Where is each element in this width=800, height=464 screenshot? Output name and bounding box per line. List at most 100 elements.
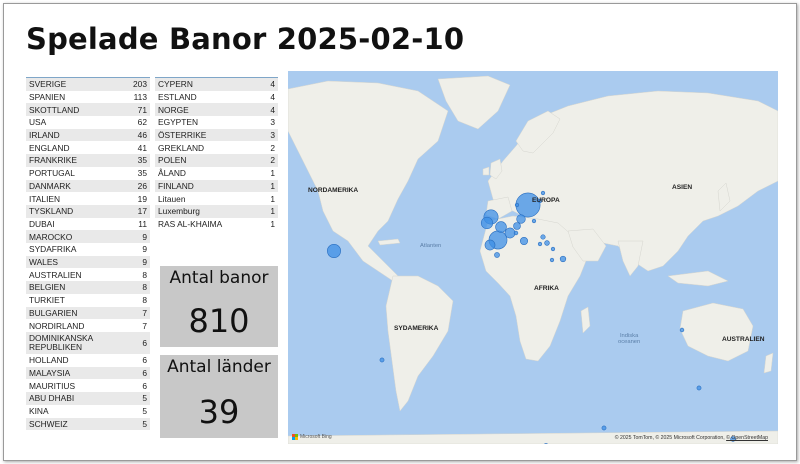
table-row: ABU DHABI 5 (26, 392, 150, 405)
map-bubble-norge[interactable] (514, 202, 520, 208)
ocean-label-atlantic: Atlanten (420, 243, 442, 249)
country-name: SPANIEN (29, 91, 66, 102)
course-count: 7 (142, 320, 147, 331)
map-bubble-grekland[interactable] (537, 241, 543, 247)
country-name: ÖSTERRIKE (158, 130, 207, 141)
map-bubble-egypten[interactable] (549, 257, 555, 263)
country-name: ITALIEN (29, 193, 61, 204)
table-row: SYDAFRIKA 9 (26, 243, 150, 256)
table-row: AUSTRALIEN 8 (26, 269, 150, 282)
course-count: 113 (133, 91, 147, 102)
country-name: MAROCKO (29, 231, 73, 242)
course-count: 2 (270, 142, 275, 153)
world-map[interactable]: NORDAMERIKA EUROPA ASIEN AFRIKA SYDAMERI… (288, 71, 778, 444)
table-row: POLEN 2 (155, 154, 278, 167)
country-name: FINLAND (158, 180, 194, 191)
map-bubble-dominikanska-republiken[interactable] (379, 357, 385, 363)
course-count: 5 (142, 418, 147, 429)
course-count: 6 (142, 338, 147, 348)
country-name: MALAYSIA (29, 367, 71, 378)
openstreetmap-link[interactable]: © OpenStreetMap (726, 435, 768, 441)
country-name: NORDIRLAND (29, 320, 85, 331)
table-row: ESTLAND 4 (155, 91, 278, 104)
table-row: SCHWEIZ 5 (26, 417, 150, 431)
table-row: ENGLAND 41 (26, 142, 150, 155)
country-name: EGYPTEN (158, 117, 199, 128)
course-count: 19 (137, 193, 147, 204)
course-count: 1 (270, 218, 275, 229)
country-name: DOMINIKANSKA REPUBLIKEN (29, 332, 93, 352)
map-bubble-schweiz[interactable] (513, 230, 519, 236)
card-antal-banor: Antal banor 810 (160, 266, 278, 347)
country-name: GREKLAND (158, 142, 205, 153)
table-row: ÖSTERRIKE 3 (155, 128, 278, 142)
microsoft-logo-icon (292, 434, 298, 440)
table-row: BELGIEN 8 (26, 281, 150, 294)
table-row: NORDIRLAND 7 (26, 319, 150, 332)
table-row: Litauen 1 (155, 192, 278, 205)
course-count: 6 (142, 367, 147, 378)
course-count: 4 (270, 91, 275, 102)
map-bubble-turkiet[interactable] (544, 240, 550, 246)
map-bubble-bulgarien[interactable] (540, 234, 546, 240)
table-row: USA 62 (26, 116, 150, 129)
map-bubble-england[interactable] (495, 221, 507, 233)
table-row: DOMINIKANSKA REPUBLIKEN 6 (26, 332, 150, 354)
country-name: AUSTRALIEN (29, 269, 82, 280)
map-land (288, 75, 778, 444)
map-bubble-dubai[interactable] (559, 255, 567, 263)
map-bubble-danmark[interactable] (516, 214, 526, 224)
map-bubble-finland[interactable] (540, 190, 546, 196)
map-bubble-marocko[interactable] (494, 252, 500, 258)
course-count: 8 (142, 269, 147, 280)
card-label: Antal banor (169, 268, 269, 288)
course-count: 5 (142, 406, 147, 417)
table-row: TURKIET 8 (26, 294, 150, 307)
course-count: 1 (270, 193, 275, 204)
table-row: SKOTTLAND 71 (26, 103, 150, 116)
country-name: SKOTTLAND (29, 104, 80, 115)
map-bubble-italien[interactable] (519, 236, 529, 246)
table-row: FINLAND 1 (155, 179, 278, 193)
map-bubble-irland[interactable] (480, 216, 494, 230)
map-bubble-cypern[interactable] (550, 246, 556, 252)
country-name: ENGLAND (29, 142, 70, 153)
table-row: DUBAI 11 (26, 218, 150, 231)
country-name: BELGIEN (29, 282, 66, 293)
course-count: 71 (137, 104, 147, 115)
map-bubble-polen[interactable] (531, 218, 537, 224)
course-count: 62 (137, 117, 147, 128)
course-count: 35 (137, 168, 147, 179)
course-count: 2 (270, 155, 275, 166)
course-count: 5 (142, 393, 147, 404)
table-row: HOLLAND 6 (26, 354, 150, 367)
map-bubble-portugal[interactable] (484, 239, 496, 251)
table-row: EGYPTEN 3 (155, 116, 278, 129)
map-bubble-frankrike[interactable] (504, 227, 516, 239)
course-count: 35 (137, 155, 147, 166)
map-bubble-mauritius[interactable] (601, 425, 607, 431)
table-row: KINA 5 (26, 405, 150, 418)
region-label-australien: AUSTRALIEN (722, 336, 765, 343)
map-bubble-kina[interactable] (679, 327, 685, 333)
course-count: 8 (142, 295, 147, 306)
country-name: BULGARIEN (29, 307, 78, 318)
map-bubble-usa[interactable] (327, 244, 341, 258)
course-count: 9 (142, 244, 147, 255)
page-title: Spelade Banor 2025-02-10 (26, 22, 465, 56)
country-name: ABU DHABI (29, 393, 75, 404)
country-name: SVERIGE (29, 79, 67, 90)
table-row: BULGARIEN 7 (26, 306, 150, 320)
card-value: 39 (198, 393, 240, 431)
ocean-label-indian: Indiska oceanen (618, 333, 641, 345)
course-count: 11 (138, 218, 147, 229)
card-value: 810 (188, 302, 250, 340)
table-row: ÅLAND 1 (155, 167, 278, 180)
bing-logo: Microsoft Bing (292, 434, 332, 440)
course-count: 4 (270, 79, 275, 90)
map-bubble-tyskland[interactable] (513, 222, 521, 230)
table-row: TYSKLAND 17 (26, 205, 150, 218)
course-count: 26 (137, 180, 147, 191)
country-name: ESTLAND (158, 91, 197, 102)
map-bubble-malaysia[interactable] (696, 385, 702, 391)
